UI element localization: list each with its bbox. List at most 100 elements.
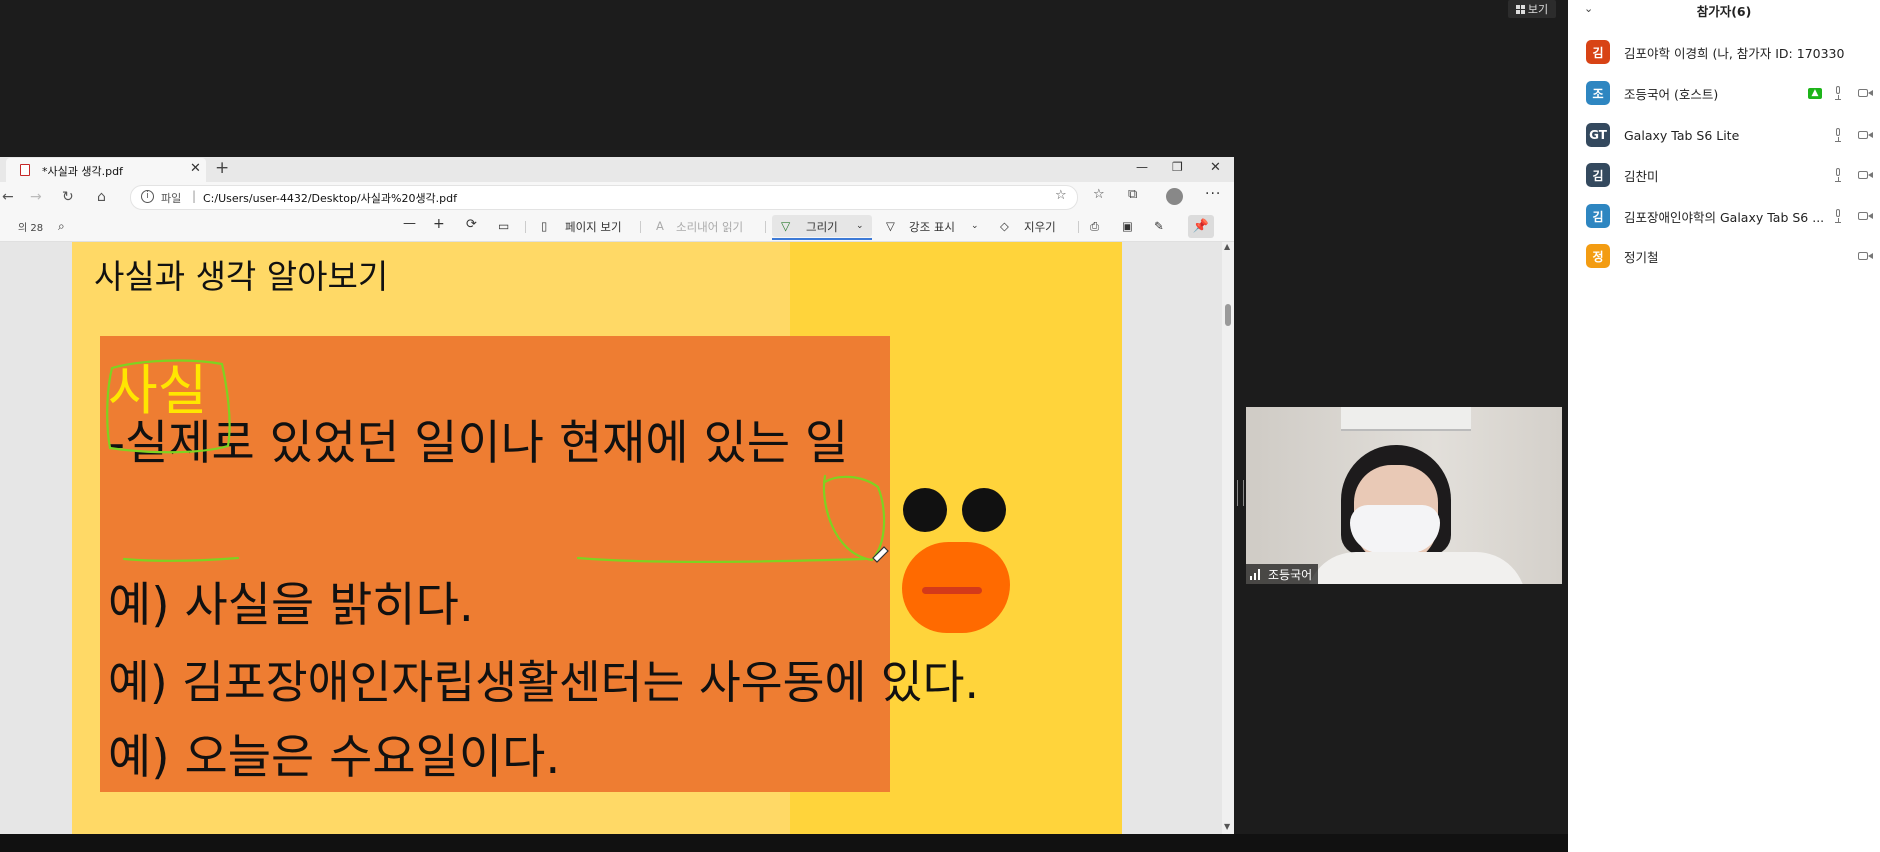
more-options-icon[interactable]: ···	[1205, 186, 1221, 202]
collections-icon[interactable]: ⧉	[1128, 187, 1137, 202]
draw-active-indicator	[772, 238, 872, 240]
highlight-icon[interactable]: ▽	[886, 219, 895, 233]
url-scheme: 파일	[161, 192, 182, 205]
page-view-icon[interactable]: ▯	[541, 219, 547, 233]
screen-share-icon: ▲	[1808, 88, 1822, 99]
participant-name: Galaxy Tab S6 Lite	[1624, 127, 1740, 143]
video-camera-icon[interactable]	[1858, 88, 1873, 98]
avatar: 정	[1586, 244, 1610, 268]
avatar: 김	[1586, 163, 1610, 187]
participant-name: 김포야학 이경희 (나, 참가자 ID: 170330)	[1624, 45, 1844, 61]
pdf-tab[interactable]: *사실과 생각.pdf ✕	[6, 158, 206, 182]
info-icon: i	[141, 190, 154, 203]
address-bar-row: ← → ↻ ⌂ i 파일 | C:/Users/user-4432/Deskto…	[0, 182, 1234, 212]
participant-name: 정기철	[1624, 249, 1659, 265]
url-text: C:/Users/user-4432/Desktop/사실과%20생각.pdf	[203, 192, 458, 205]
pdf-file-icon	[20, 164, 30, 176]
view-label: 보기	[1527, 3, 1549, 16]
close-tab-icon[interactable]: ✕	[190, 161, 201, 176]
grid-view-icon	[1515, 4, 1525, 14]
example-1: 예) 사실을 밝히다.	[108, 578, 474, 633]
example-2: 예) 김포장애인자립생활센터는 사우동에 있다.	[108, 656, 979, 709]
minimize-icon[interactable]: —	[1136, 160, 1148, 174]
participant-row[interactable]: GT Galaxy Tab S6 Lite	[1568, 116, 1880, 154]
video-camera-icon[interactable]	[1858, 130, 1873, 140]
draw-pen-icon: ▽	[781, 219, 791, 233]
home-icon[interactable]: ⌂	[97, 189, 106, 205]
video-camera-icon[interactable]	[1858, 170, 1873, 180]
url-separator: |	[192, 189, 197, 203]
pdf-browser-window: *사실과 생각.pdf ✕ + — ❐ ✕ ← → ↻ ⌂ i 파일 | C:/…	[0, 157, 1234, 834]
page-view-button[interactable]: 페이지 보기	[565, 219, 622, 235]
avatar: 김	[1586, 204, 1610, 228]
new-tab-icon[interactable]: +	[215, 158, 229, 178]
profile-avatar[interactable]	[1166, 188, 1183, 205]
scroll-up-icon[interactable]: ▲	[1224, 242, 1230, 251]
avatar: GT	[1586, 123, 1610, 147]
search-icon[interactable]: ⌕	[58, 219, 65, 234]
highlight-button[interactable]: 강조 표시	[909, 219, 955, 235]
highlight-dropdown-icon[interactable]: ⌄	[971, 221, 979, 231]
zoom-in-icon[interactable]: +	[433, 216, 445, 232]
favorites-icon[interactable]: ☆	[1093, 187, 1105, 202]
scroll-down-icon[interactable]: ▼	[1224, 822, 1230, 831]
read-aloud-icon[interactable]: A	[656, 219, 664, 233]
duck-mouth-line	[922, 587, 982, 594]
avatar: 김	[1586, 40, 1610, 64]
fact-definition: -실제로 있었던 일이나 현재에 있는 일	[108, 416, 849, 471]
erase-button[interactable]: 지우기	[1024, 219, 1056, 235]
duck-right-eye	[962, 488, 1006, 532]
participants-panel: ⌄ 참가자(6) 김 김포야학 이경희 (나, 참가자 ID: 170330) 조 조…	[1568, 0, 1880, 852]
add-favorite-icon[interactable]: ☆	[1055, 188, 1067, 203]
view-button[interactable]: 보기	[1508, 0, 1556, 18]
draw-label: 그리기	[806, 220, 838, 234]
participants-header: ⌄ 참가자(6)	[1568, 0, 1880, 20]
participant-row[interactable]: 정 정기철	[1568, 237, 1880, 275]
draw-dropdown-icon[interactable]: ⌄	[856, 221, 864, 231]
panel-resize-handle[interactable]	[1237, 480, 1244, 506]
document-area: 사실과 생각 알아보기 사실 -실제로 있었던 일이나 현재에 있는 일 예) …	[0, 242, 1222, 834]
refresh-icon[interactable]: ↻	[62, 189, 74, 205]
air-conditioner	[1341, 407, 1471, 431]
rotate-icon[interactable]: ⟳	[466, 217, 477, 232]
vertical-scrollbar[interactable]: ▲ ▼	[1222, 242, 1234, 834]
participant-row[interactable]: 김 김포야학 이경희 (나, 참가자 ID: 170330)	[1568, 33, 1880, 71]
participant-row[interactable]: 김 김포장애인야학의 Galaxy Tab S6 ...	[1568, 197, 1880, 235]
zoom-out-icon[interactable]: —	[403, 216, 416, 231]
page-count: 의 28	[18, 223, 44, 234]
save-icon[interactable]: ▣	[1122, 219, 1133, 233]
fact-box: 사실 -실제로 있었던 일이나 현재에 있는 일 예) 사실을 밝히다. 예) …	[100, 336, 979, 792]
video-name-label: 조등국어	[1246, 564, 1319, 584]
pdf-toolbar: 의 28 ⌕ — + ⟳ ▭ ▯ 페이지 보기 A 소리내어 읽기 ▽ 그리기 …	[0, 212, 1234, 242]
back-icon[interactable]: ←	[2, 189, 14, 205]
save-as-icon[interactable]: ✎	[1154, 219, 1164, 233]
tab-title: *사실과 생각.pdf	[42, 165, 123, 178]
close-window-icon[interactable]: ✕	[1210, 160, 1221, 175]
participant-name: 조등국어 (호스트)	[1624, 86, 1719, 102]
avatar: 조	[1586, 81, 1610, 105]
video-tile[interactable]: 조등국어	[1246, 407, 1562, 584]
microphone-icon[interactable]	[1834, 168, 1842, 182]
microphone-icon[interactable]	[1834, 128, 1842, 142]
tab-bar: *사실과 생각.pdf ✕ + — ❐ ✕	[0, 157, 1234, 182]
example-3: 예) 오늘은 수요일이다.	[108, 730, 561, 785]
video-camera-icon[interactable]	[1858, 251, 1873, 261]
microphone-icon[interactable]	[1834, 209, 1842, 223]
video-participant-name: 조등국어	[1268, 567, 1313, 582]
read-aloud-button[interactable]: 소리내어 읽기	[676, 219, 743, 235]
slide-title: 사실과 생각 알아보기	[94, 257, 389, 296]
participant-row[interactable]: 조 조등국어 (호스트) ▲	[1568, 74, 1880, 112]
duck-left-eye	[903, 488, 947, 532]
slide-page: 사실과 생각 알아보기 사실 -실제로 있었던 일이나 현재에 있는 일 예) …	[72, 242, 1122, 834]
print-icon[interactable]: ⎙	[1090, 219, 1099, 234]
forward-icon[interactable]: →	[30, 189, 42, 205]
pin-toolbar-icon[interactable]: 📌	[1188, 215, 1214, 238]
url-field[interactable]: i 파일 | C:/Users/user-4432/Desktop/사실과%20…	[130, 185, 1078, 210]
restore-icon[interactable]: ❐	[1172, 160, 1183, 174]
scroll-thumb[interactable]	[1225, 304, 1231, 326]
eraser-icon[interactable]: ◇	[1000, 219, 1009, 233]
participant-row[interactable]: 김 김찬미	[1568, 156, 1880, 194]
video-camera-icon[interactable]	[1858, 211, 1873, 221]
microphone-icon[interactable]	[1834, 86, 1842, 100]
fit-page-icon[interactable]: ▭	[498, 219, 509, 233]
